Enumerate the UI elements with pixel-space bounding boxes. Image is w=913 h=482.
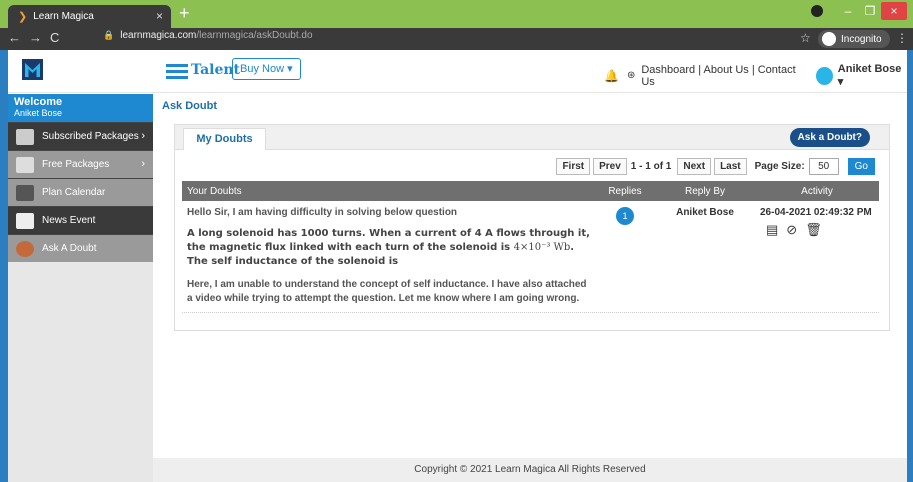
maximize-button[interactable]: ❐ [859, 4, 881, 18]
column-header: Reply By [655, 181, 755, 201]
ask-doubt-icon [16, 240, 34, 257]
favicon-icon: ❯ [18, 11, 28, 23]
first-page-button[interactable]: First [556, 158, 591, 175]
browser-tab[interactable]: ❯ Learn Magica × [8, 5, 171, 28]
tab-bar: My Doubts Ask a Doubt? [175, 125, 889, 150]
sidebar-item-ask-a-doubt[interactable]: Ask A Doubt [8, 234, 153, 262]
minimize-button[interactable]: – [837, 4, 859, 18]
incognito-label: Incognito [841, 33, 882, 45]
doubt-question: A long solenoid has 1000 turns. When a c… [187, 227, 590, 269]
view-document-icon[interactable]: ▤ [766, 222, 778, 238]
sidebar-item-label: Ask A Doubt [42, 243, 97, 254]
news-icon [16, 212, 34, 229]
ask-doubt-button[interactable]: Ask a Doubt? [789, 128, 870, 147]
activity-cell: 26-04-2021 02:49:32 PM ▤ ⊘ 🗑 [755, 201, 879, 312]
go-button[interactable]: Go [847, 158, 875, 175]
activity-timestamp: 26-04-2021 02:49:32 PM [760, 207, 872, 218]
back-icon[interactable]: ← [8, 30, 29, 45]
sidebar-item-label: Subscribed Packages [42, 131, 139, 142]
table-divider [182, 312, 879, 313]
tab-close-icon[interactable]: × [156, 9, 163, 23]
incognito-icon [822, 32, 836, 46]
welcome-user: Aniket Bose [14, 108, 63, 118]
delete-icon[interactable]: 🗑 [805, 222, 822, 238]
chevron-right-icon: › [141, 158, 145, 170]
pagination: First Prev 1 - 1 of 1 Next Last Page Siz… [553, 158, 875, 175]
page: Talent Buy Now ▾ 🔔 ⊛ Dashboard | About U… [8, 50, 907, 482]
table-row[interactable]: Hello Sir, I am having difficulty in sol… [182, 201, 879, 312]
url-path: /learnmagica/askDoubt.do [196, 30, 313, 41]
browser-menu-icon[interactable]: ⋮ [896, 31, 908, 45]
doubt-intro: Hello Sir, I am having difficulty in sol… [187, 207, 458, 218]
column-header: Your Doubts [182, 181, 595, 201]
incognito-indicator-icon [811, 5, 823, 17]
activity-actions: ▤ ⊘ 🗑 [760, 222, 874, 238]
replies-cell: 1 [595, 201, 655, 312]
bookmark-star-icon[interactable]: ☆ [800, 31, 811, 45]
reply-by-cell: Aniket Bose [676, 207, 734, 218]
sidebar-item-subscribed-packages[interactable]: Subscribed Packages › [8, 122, 153, 150]
sidebar: Welcome Aniket Bose Subscribed Packages … [8, 94, 153, 482]
buy-now-dropdown[interactable]: Buy Now ▾ [232, 58, 301, 80]
avatar-icon [815, 66, 833, 85]
table-header-row: Your Doubts Replies Reply By Activity [182, 181, 879, 201]
replies-badge[interactable]: 1 [616, 207, 634, 225]
incognito-badge[interactable]: Incognito [818, 30, 890, 48]
sidebar-item-free-packages[interactable]: Free Packages › [8, 150, 153, 178]
tab-my-doubts[interactable]: My Doubts [183, 128, 266, 150]
header-right: 🔔 ⊛ Dashboard | About Us | Contact Us An… [604, 63, 907, 88]
site-logo[interactable] [22, 59, 43, 80]
breadcrumb: Ask Doubt [162, 100, 217, 112]
page-size-label: Page Size: [754, 161, 805, 172]
doubt-cell: Hello Sir, I am having difficulty in sol… [182, 201, 595, 312]
header-links[interactable]: Dashboard | About Us | Contact Us [641, 64, 805, 88]
sidebar-item-label: Free Packages [42, 159, 110, 170]
sidebar-item-label: News Event [42, 215, 96, 226]
main-content: Ask Doubt My Doubts Ask a Doubt? First P… [153, 94, 907, 458]
chevron-right-icon: › [141, 130, 145, 142]
user-menu[interactable]: Aniket Bose ▾ [815, 63, 907, 88]
doubt-note: Here, I am unable to understand the conc… [187, 279, 587, 304]
nav-buttons: ←→C [8, 30, 67, 45]
browser-toolbar: ←→C 🔒 learnmagica.com /learnmagica/askDo… [0, 28, 913, 50]
column-header: Activity [755, 181, 879, 201]
gift-icon [16, 156, 34, 173]
user-name: Aniket Bose ▾ [837, 63, 902, 88]
new-tab-button[interactable]: + [179, 3, 190, 24]
bell-icon[interactable]: 🔔 [604, 69, 619, 83]
page-info: 1 - 1 of 1 [630, 161, 672, 172]
lock-icon: 🔒 [103, 30, 115, 40]
prev-page-button[interactable]: Prev [593, 158, 627, 175]
site-header: Talent Buy Now ▾ 🔔 ⊛ Dashboard | About U… [8, 50, 907, 93]
close-window-button[interactable]: × [881, 2, 907, 20]
sidebar-item-label: Plan Calendar [42, 187, 106, 198]
hamburger-menu-icon[interactable] [166, 64, 188, 80]
sidebar-item-news-event[interactable]: News Event [8, 206, 153, 234]
page-footer: Copyright © 2021 Learn Magica All Rights… [153, 458, 907, 482]
forward-icon[interactable]: → [29, 30, 50, 45]
welcome-label: Welcome [14, 96, 63, 108]
column-header: Replies [595, 181, 655, 201]
question-math: 4×10⁻³ Wb [513, 242, 571, 253]
page-size-input[interactable]: 50 [808, 158, 839, 175]
edit-icon[interactable]: ⊘ [786, 222, 797, 238]
dashboard-icon: ⊛ [626, 70, 636, 81]
doubts-table: Your Doubts Replies Reply By Activity He… [182, 181, 879, 312]
package-icon [16, 128, 34, 145]
browser-titlebar: ❯ Learn Magica × + – ❐ × [0, 0, 913, 28]
last-page-button[interactable]: Last [714, 158, 747, 175]
url-domain: learnmagica.com [120, 30, 197, 41]
window-controls: – ❐ × [811, 0, 913, 22]
reload-icon[interactable]: C [50, 30, 67, 45]
welcome-box: Welcome Aniket Bose [8, 94, 153, 122]
address-bar[interactable]: 🔒 learnmagica.com /learnmagica/askDoubt.… [103, 30, 313, 41]
next-page-button[interactable]: Next [677, 158, 712, 175]
sidebar-item-plan-calendar[interactable]: Plan Calendar [8, 178, 153, 206]
doubts-panel: My Doubts Ask a Doubt? First Prev 1 - 1 … [174, 124, 890, 331]
calendar-icon [16, 184, 34, 201]
tab-title: Learn Magica [33, 11, 94, 22]
